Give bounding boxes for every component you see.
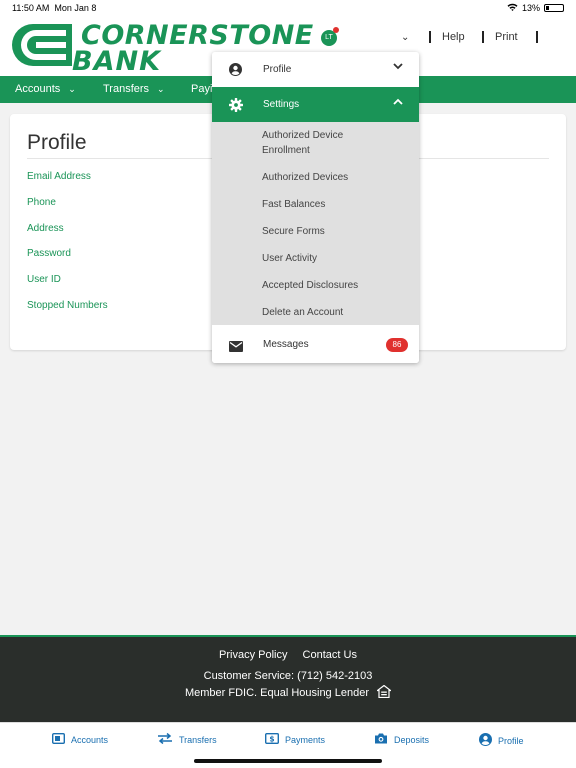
chevron-down-icon: ⌄ [68, 84, 76, 94]
settings-submenu: Authorized Device Enrollment Authorized … [212, 122, 419, 325]
tab-payments[interactable]: $ Payments [264, 732, 326, 746]
battery-percent: 13% [521, 3, 540, 13]
svg-text:$: $ [269, 734, 274, 743]
submenu-delete-account[interactable]: Delete an Account [262, 305, 392, 320]
address-link[interactable]: Address [27, 223, 64, 234]
menu-messages[interactable]: Messages 86 [212, 325, 419, 363]
notification-dot [333, 27, 339, 33]
submenu-user-activity[interactable]: User Activity [262, 251, 392, 266]
bank-logo[interactable] [10, 22, 74, 73]
fdic-text: Member FDIC. Equal Housing Lender [184, 686, 369, 699]
nav-accounts[interactable]: Accounts ⌄ [15, 83, 76, 95]
customer-service-text: Customer Service: (712) 542-2103 [203, 670, 373, 682]
status-bar: 11:50 AM Mon Jan 8 13% [0, 0, 576, 16]
menu-settings-label: Settings [263, 99, 300, 110]
menu-settings[interactable]: Settings [212, 87, 419, 122]
submenu-fast-balances[interactable]: Fast Balances [262, 197, 392, 212]
tab-payments-label: Payments [285, 734, 326, 745]
envelope-icon [229, 339, 243, 357]
battery-icon [544, 4, 564, 12]
chevron-up-icon [393, 97, 403, 108]
dollar-bill-icon: $ [264, 732, 280, 746]
help-link[interactable]: Help [442, 31, 465, 43]
footer-links: Privacy Policy Contact Us [0, 649, 576, 661]
equal-housing-icon [375, 684, 393, 701]
messages-count-badge: 86 [386, 338, 408, 352]
user-menu-chevron-down-icon[interactable]: ⌄ [401, 32, 409, 43]
logo-text-line2: BANK [72, 46, 161, 77]
nav-transfers[interactable]: Transfers ⌄ [103, 83, 165, 95]
user-dropdown-menu: Profile Settings Authorized Device Enrol… [212, 52, 419, 363]
menu-profile[interactable]: Profile [212, 52, 419, 87]
chevron-down-icon [393, 62, 403, 73]
fdic-line: Member FDIC. Equal Housing Lender [0, 684, 576, 701]
privacy-policy-link[interactable]: Privacy Policy [219, 649, 287, 661]
wallet-icon [51, 732, 66, 746]
user-circle-icon [479, 733, 492, 748]
status-right: 13% [507, 3, 564, 13]
submenu-accepted-disclosures[interactable]: Accepted Disclosures [262, 278, 392, 293]
submenu-authorized-device-enrollment[interactable]: Authorized Device Enrollment [262, 128, 392, 158]
phone-link[interactable]: Phone [27, 197, 56, 208]
tab-deposits-label: Deposits [394, 734, 430, 745]
menu-messages-label: Messages [263, 339, 309, 350]
home-indicator [194, 759, 382, 763]
logo-emblem-icon [12, 24, 72, 66]
header-separator [429, 31, 431, 43]
tab-profile-label: Profile [498, 735, 524, 746]
status-time: 11:50 AM Mon Jan 8 [12, 3, 97, 13]
transfer-arrows-icon [157, 732, 173, 746]
tab-deposits[interactable]: Deposits [374, 733, 429, 746]
wifi-icon [507, 3, 518, 13]
user-circle-icon [229, 63, 242, 81]
print-link[interactable]: Print [495, 31, 518, 43]
header-separator [482, 31, 484, 43]
site-footer: Privacy Policy Contact Us Customer Servi… [0, 635, 576, 722]
submenu-secure-forms[interactable]: Secure Forms [262, 224, 392, 239]
chevron-down-icon: ⌄ [157, 84, 165, 94]
nav-payments[interactable]: Payi [191, 83, 212, 95]
contact-us-link[interactable]: Contact Us [303, 649, 357, 661]
submenu-authorized-devices[interactable]: Authorized Devices [262, 170, 392, 185]
tab-profile[interactable]: Profile [479, 733, 524, 748]
page-title: Profile [27, 131, 87, 154]
tab-accounts[interactable]: Accounts [51, 732, 109, 746]
tab-transfers-label: Transfers [179, 734, 217, 745]
email-address-link[interactable]: Email Address [27, 171, 91, 182]
stopped-numbers-link[interactable]: Stopped Numbers [27, 300, 108, 311]
user-id-link[interactable]: User ID [27, 274, 61, 285]
gear-icon [229, 98, 243, 117]
header-separator [536, 31, 538, 43]
menu-profile-label: Profile [263, 64, 292, 75]
camera-icon [374, 733, 388, 746]
tab-accounts-label: Accounts [71, 734, 109, 745]
tab-transfers[interactable]: Transfers [157, 732, 217, 746]
password-link[interactable]: Password [27, 248, 71, 259]
